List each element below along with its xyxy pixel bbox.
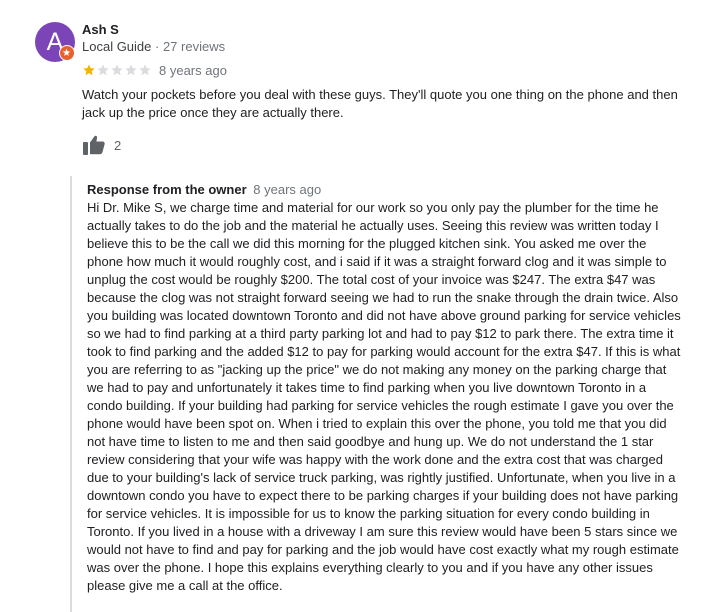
review-card: A Ash S Local Guide · 27 reviews 8 years… bbox=[0, 0, 719, 612]
review-age: 8 years ago bbox=[159, 63, 227, 78]
like-button[interactable]: 2 bbox=[82, 134, 121, 156]
owner-response-text: Hi Dr. Mike S, we charge time and materi… bbox=[87, 200, 681, 593]
like-count: 2 bbox=[114, 137, 122, 153]
local-guide-label: Local Guide bbox=[82, 39, 152, 54]
review-text: Watch your pockets before you deal with … bbox=[82, 87, 678, 120]
star-icon bbox=[83, 64, 95, 76]
star-icon bbox=[97, 64, 109, 76]
star-icon bbox=[125, 64, 137, 76]
owner-response: Response from the owner 8 years ago Hi D… bbox=[70, 176, 697, 612]
star-icon bbox=[139, 64, 151, 76]
owner-response-age: 8 years ago bbox=[253, 182, 322, 197]
reviewer-name[interactable]: Ash S bbox=[82, 22, 119, 38]
star-icon bbox=[111, 64, 123, 76]
owner-response-label: Response from the owner bbox=[87, 182, 247, 197]
reviewer-meta[interactable]: Local Guide · 27 reviews bbox=[82, 39, 225, 55]
review-count: · 27 reviews bbox=[155, 39, 226, 54]
local-guide-badge-icon bbox=[59, 45, 75, 61]
thumbs-up-icon bbox=[83, 135, 105, 155]
owner-response-header: Response from the owner 8 years ago bbox=[87, 182, 321, 198]
star-rating bbox=[82, 62, 152, 78]
